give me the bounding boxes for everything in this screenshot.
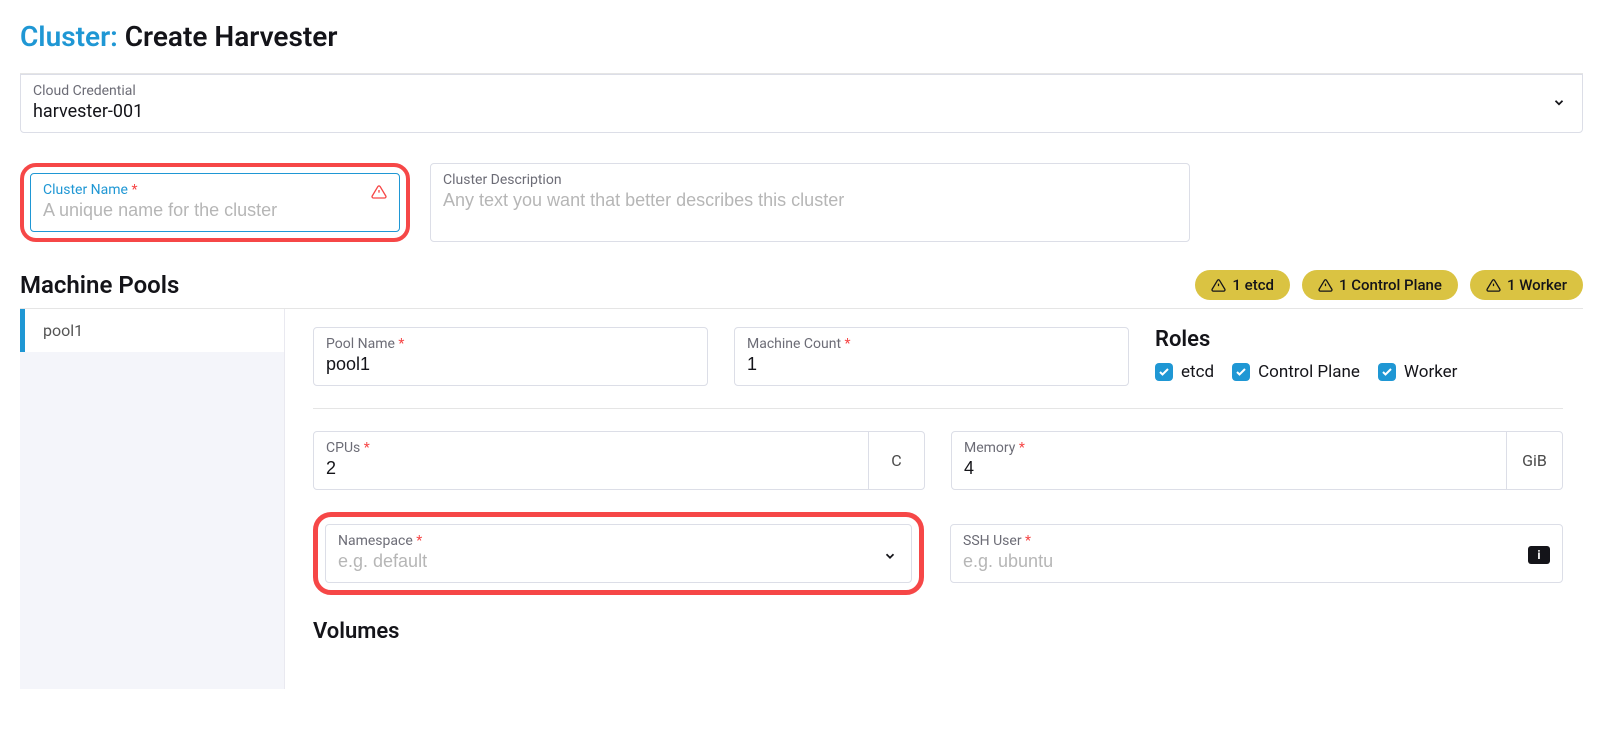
cpus-label: CPUs * <box>326 440 856 456</box>
cpus-field[interactable]: CPUs * C <box>313 431 925 490</box>
warning-icon <box>1486 278 1501 293</box>
pool-sidebar: pool1 <box>20 309 285 689</box>
namespace-select[interactable]: Namespace * <box>325 524 912 583</box>
roles-title: Roles <box>1155 327 1563 352</box>
badge-worker: 1 Worker <box>1470 270 1583 300</box>
info-icon[interactable]: i <box>1528 544 1550 564</box>
cluster-description-input[interactable] <box>443 190 1177 211</box>
cluster-description-field[interactable]: Cluster Description <box>430 163 1190 242</box>
cloud-credential-label: Cloud Credential <box>33 83 1570 99</box>
ssh-user-field[interactable]: SSH User * i <box>950 524 1563 583</box>
cluster-name-highlight: Cluster Name * <box>20 163 410 242</box>
volumes-title: Volumes <box>313 619 1563 644</box>
pool-name-field[interactable]: Pool Name * <box>313 327 708 386</box>
namespace-highlight: Namespace * <box>313 512 924 595</box>
divider <box>313 408 1563 409</box>
page-title: Cluster: Create Harvester <box>20 20 1583 53</box>
role-etcd-checkbox[interactable]: etcd <box>1155 362 1214 382</box>
memory-label: Memory * <box>964 440 1494 456</box>
checkbox-checked-icon <box>1155 363 1173 381</box>
cpus-unit: C <box>868 432 924 489</box>
page-title-suffix: Create Harvester <box>118 20 338 53</box>
cluster-name-field[interactable]: Cluster Name * <box>30 173 400 232</box>
page-title-prefix: Cluster: <box>20 20 118 53</box>
tab-pool1[interactable]: pool1 <box>20 309 284 352</box>
memory-input[interactable] <box>964 458 1494 479</box>
badge-control-plane: 1 Control Plane <box>1302 270 1458 300</box>
roles-section: Roles etcd Control Plane Worker <box>1155 327 1563 386</box>
machine-count-label: Machine Count * <box>747 336 1116 352</box>
pool-name-label: Pool Name * <box>326 336 695 352</box>
ssh-user-input[interactable] <box>963 551 1550 572</box>
machine-count-input[interactable] <box>747 354 1116 375</box>
cpus-input[interactable] <box>326 458 856 479</box>
chevron-down-icon <box>883 547 897 568</box>
checkbox-checked-icon <box>1232 363 1250 381</box>
warning-icon <box>371 184 387 204</box>
ssh-user-label: SSH User * <box>963 533 1550 549</box>
memory-field[interactable]: Memory * GiB <box>951 431 1563 490</box>
pool-content: Pool Name * Machine Count * Roles etcd <box>285 309 1583 689</box>
memory-unit: GiB <box>1506 432 1562 489</box>
warning-icon <box>1211 278 1226 293</box>
cloud-credential-value: harvester-001 <box>33 101 1570 122</box>
namespace-label: Namespace * <box>338 533 899 549</box>
pool-name-input[interactable] <box>326 354 695 375</box>
role-control-plane-checkbox[interactable]: Control Plane <box>1232 362 1360 382</box>
role-badges: 1 etcd 1 Control Plane 1 Worker <box>1195 270 1583 300</box>
cluster-description-label: Cluster Description <box>443 172 1177 188</box>
machine-pools-title: Machine Pools <box>20 271 179 299</box>
namespace-input[interactable] <box>338 551 899 572</box>
cluster-name-label: Cluster Name * <box>43 182 387 198</box>
checkbox-checked-icon <box>1378 363 1396 381</box>
cluster-name-input[interactable] <box>43 200 387 221</box>
cloud-credential-select[interactable]: Cloud Credential harvester-001 <box>20 74 1583 133</box>
badge-etcd: 1 etcd <box>1195 270 1290 300</box>
warning-icon <box>1318 278 1333 293</box>
machine-count-field[interactable]: Machine Count * <box>734 327 1129 386</box>
role-worker-checkbox[interactable]: Worker <box>1378 362 1458 382</box>
